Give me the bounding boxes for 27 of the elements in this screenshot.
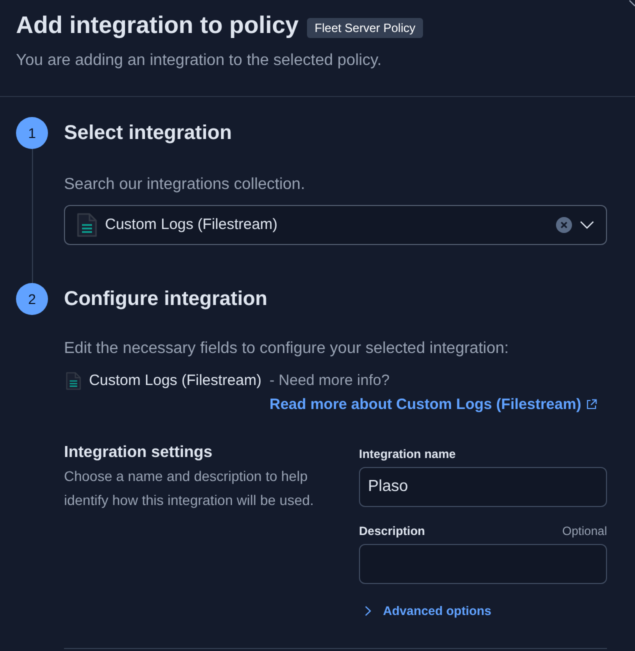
flyout-title: Add integration to policy <box>16 11 299 41</box>
policy-badge: Fleet Server Policy <box>306 18 424 38</box>
step-description: Search our integrations collection. <box>64 175 306 195</box>
settings-title: Integration settings <box>64 443 214 463</box>
flyout-subtitle: You are adding an integration to the selected policy. <box>16 51 383 71</box>
settings-description: Choose a name and description to help identify how this integration will be used. <box>64 467 315 510</box>
step-title: Select integration <box>64 121 233 146</box>
clear-icon[interactable] <box>556 217 572 233</box>
package-name: Custom Logs (Filestream) <box>88 371 262 391</box>
step-description: Edit the necessary fields to configure your selected integration: <box>64 339 510 359</box>
document-icon <box>66 369 81 393</box>
description-input[interactable] <box>359 544 607 584</box>
close-icon[interactable] <box>629 0 635 9</box>
name-input[interactable]: Plaso <box>359 467 607 507</box>
external-link-icon <box>586 399 598 410</box>
field-label: Description <box>359 523 426 539</box>
optional-hint: Optional <box>562 523 607 539</box>
read-more-link[interactable]: Read more about Custom Logs (Filestream) <box>269 396 598 413</box>
step-number: 2 <box>16 283 48 315</box>
document-icon <box>77 213 97 237</box>
advanced-options-toggle[interactable]: Advanced options <box>359 601 492 621</box>
info-text: - Need more info? Read more about Custom Logs (Filestream) <box>269 369 607 417</box>
step-number: 1 <box>16 117 48 149</box>
chevron-down-icon[interactable] <box>580 221 594 229</box>
field-label: Integration name <box>359 446 456 462</box>
integration-combo-box[interactable]: Custom Logs (Filestream) <box>64 205 607 245</box>
step-title: Configure integration <box>64 287 268 312</box>
